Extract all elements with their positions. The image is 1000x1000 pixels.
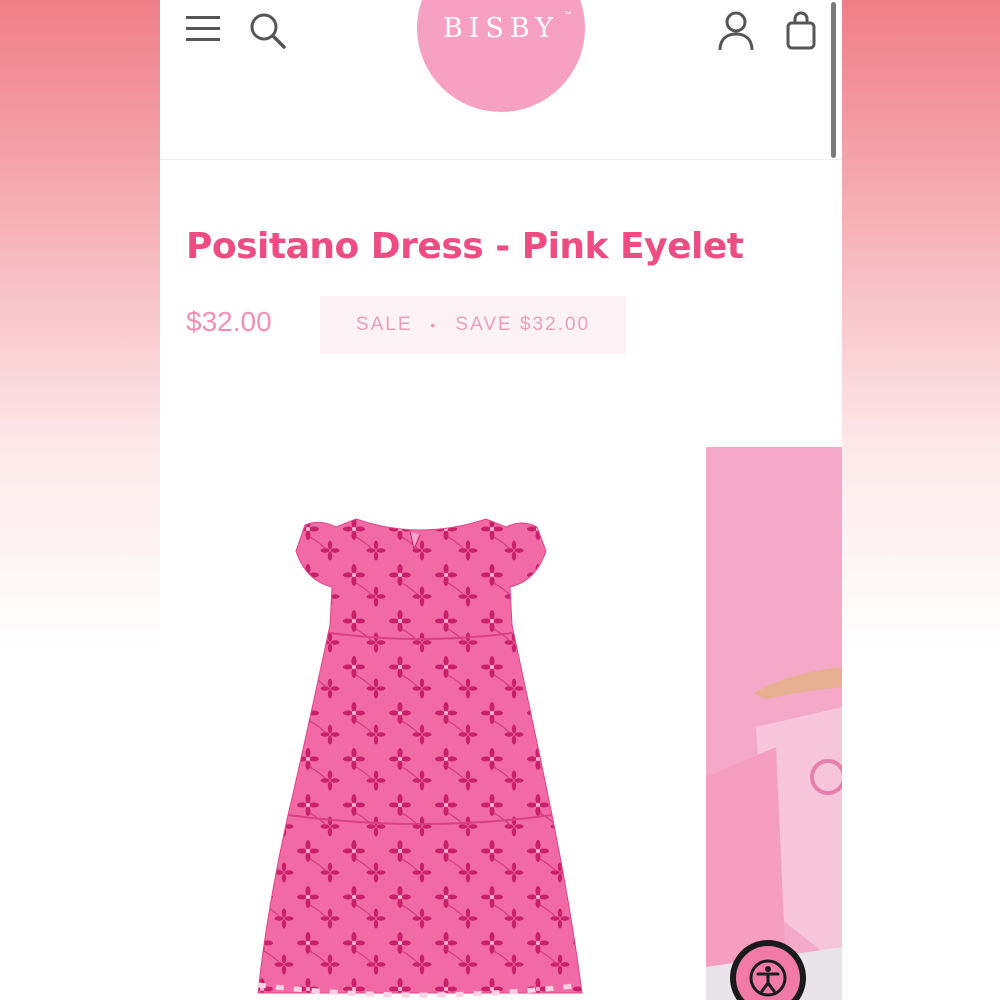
mobile-page: BISBY ™ Positano Dress - Pink Eyelet $32.…: [160, 0, 842, 1000]
product-image[interactable]: [250, 515, 590, 1000]
product-title: Positano Dress - Pink Eyelet: [186, 226, 744, 267]
product-image-secondary[interactable]: [706, 447, 842, 1000]
badge-separator: •: [430, 317, 438, 333]
background-left: [0, 0, 160, 1000]
menu-icon[interactable]: [184, 12, 224, 46]
shopping-bag-icon[interactable]: [784, 10, 818, 52]
scrollbar[interactable]: [831, 2, 836, 158]
logo-text: BISBY ™: [442, 11, 572, 44]
background-right: [842, 0, 1000, 1000]
sale-label: SALE: [355, 314, 413, 335]
account-icon[interactable]: [716, 10, 756, 52]
sale-badge: SALE • SAVE $32.00: [320, 296, 626, 354]
site-header: BISBY ™: [160, 0, 842, 160]
save-amount: SAVE $32.00: [455, 314, 591, 335]
accessibility-icon: [736, 946, 800, 1000]
product-price: $32.00: [186, 306, 272, 337]
search-icon[interactable]: [248, 10, 288, 50]
brand-logo[interactable]: BISBY ™: [417, 0, 585, 112]
